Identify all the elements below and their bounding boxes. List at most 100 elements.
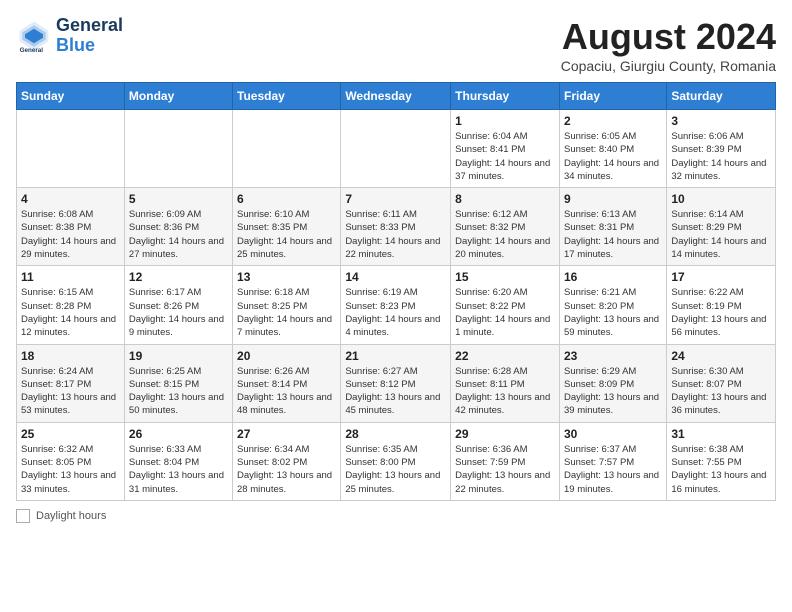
header-saturday: Saturday <box>667 83 776 110</box>
day-number: 10 <box>671 192 771 206</box>
day-info: Sunrise: 6:25 AM Sunset: 8:15 PM Dayligh… <box>129 365 228 418</box>
calendar-cell: 6Sunrise: 6:10 AM Sunset: 8:35 PM Daylig… <box>233 188 341 266</box>
day-info: Sunrise: 6:17 AM Sunset: 8:26 PM Dayligh… <box>129 286 228 339</box>
day-info: Sunrise: 6:13 AM Sunset: 8:31 PM Dayligh… <box>564 208 662 261</box>
header-thursday: Thursday <box>451 83 560 110</box>
day-info: Sunrise: 6:24 AM Sunset: 8:17 PM Dayligh… <box>21 365 120 418</box>
calendar-cell: 1 Sunrise: 6:04 AM Sunset: 8:41 PM Daylig… <box>451 110 560 188</box>
calendar-cell: 7Sunrise: 6:11 AM Sunset: 8:33 PM Daylig… <box>341 188 451 266</box>
day-number: 12 <box>129 270 228 284</box>
day-info: Sunrise: 6:30 AM Sunset: 8:07 PM Dayligh… <box>671 365 771 418</box>
calendar-week-3: 11 Sunrise: 6:15 AM Sunset: 8:28 PM Dayli… <box>17 266 776 344</box>
day-number: 21 <box>345 349 446 363</box>
calendar-cell: 3 Sunrise: 6:06 AM Sunset: 8:39 PM Daylig… <box>667 110 776 188</box>
day-info: Sunrise: 6:28 AM Sunset: 8:11 PM Dayligh… <box>455 365 555 418</box>
calendar-week-4: 18 Sunrise: 6:24 AM Sunset: 8:17 PM Dayli… <box>17 344 776 422</box>
day-number: 17 <box>671 270 771 284</box>
day-info: Sunrise: 6:11 AM Sunset: 8:33 PM Dayligh… <box>345 208 446 261</box>
day-info: Sunrise: 6:12 AM Sunset: 8:32 PM Dayligh… <box>455 208 555 261</box>
day-info: Sunrise: 6:04 AM Sunset: 8:41 PM Dayligh… <box>455 130 555 183</box>
day-number: 3 <box>671 114 771 128</box>
calendar-cell: 4 Sunrise: 6:08 AM Sunset: 8:38 PM Daylig… <box>17 188 125 266</box>
footer-box <box>16 509 30 523</box>
calendar-cell: 29 Sunrise: 6:36 AM Sunset: 7:59 PM Dayli… <box>451 422 560 500</box>
logo: General General Blue <box>16 16 123 56</box>
day-number: 9 <box>564 192 662 206</box>
logo-general: General <box>56 16 123 36</box>
header-sunday: Sunday <box>17 83 125 110</box>
day-number: 23 <box>564 349 662 363</box>
main-title: August 2024 <box>561 16 776 58</box>
day-number: 31 <box>671 427 771 441</box>
logo-blue: Blue <box>56 36 123 56</box>
day-number: 30 <box>564 427 662 441</box>
day-number: 20 <box>237 349 336 363</box>
calendar-week-1: 1 Sunrise: 6:04 AM Sunset: 8:41 PM Daylig… <box>17 110 776 188</box>
day-number: 25 <box>21 427 120 441</box>
calendar-cell: 2Sunrise: 6:05 AM Sunset: 8:40 PM Daylig… <box>559 110 666 188</box>
calendar-table: SundayMondayTuesdayWednesdayThursdayFrid… <box>16 82 776 501</box>
day-info: Sunrise: 6:29 AM Sunset: 8:09 PM Dayligh… <box>564 365 662 418</box>
day-number: 11 <box>21 270 120 284</box>
calendar-cell: 20Sunrise: 6:26 AM Sunset: 8:14 PM Dayli… <box>233 344 341 422</box>
calendar-cell: 14Sunrise: 6:19 AM Sunset: 8:23 PM Dayli… <box>341 266 451 344</box>
calendar-cell: 21Sunrise: 6:27 AM Sunset: 8:12 PM Dayli… <box>341 344 451 422</box>
day-number: 24 <box>671 349 771 363</box>
header-wednesday: Wednesday <box>341 83 451 110</box>
calendar-cell <box>341 110 451 188</box>
calendar-cell <box>233 110 341 188</box>
day-number: 22 <box>455 349 555 363</box>
day-info: Sunrise: 6:14 AM Sunset: 8:29 PM Dayligh… <box>671 208 771 261</box>
day-info: Sunrise: 6:34 AM Sunset: 8:02 PM Dayligh… <box>237 443 336 496</box>
day-info: Sunrise: 6:36 AM Sunset: 7:59 PM Dayligh… <box>455 443 555 496</box>
subtitle: Copaciu, Giurgiu County, Romania <box>561 58 776 74</box>
day-number: 1 <box>455 114 555 128</box>
calendar-cell <box>17 110 125 188</box>
day-number: 15 <box>455 270 555 284</box>
calendar-cell: 25 Sunrise: 6:32 AM Sunset: 8:05 PM Dayli… <box>17 422 125 500</box>
svg-text:General: General <box>20 47 44 54</box>
calendar-cell: 5Sunrise: 6:09 AM Sunset: 8:36 PM Daylig… <box>124 188 232 266</box>
day-info: Sunrise: 6:38 AM Sunset: 7:55 PM Dayligh… <box>671 443 771 496</box>
calendar-cell: 31 Sunrise: 6:38 AM Sunset: 7:55 PM Dayli… <box>667 422 776 500</box>
calendar-cell: 8Sunrise: 6:12 AM Sunset: 8:32 PM Daylig… <box>451 188 560 266</box>
calendar-header: SundayMondayTuesdayWednesdayThursdayFrid… <box>17 83 776 110</box>
calendar-cell: 18 Sunrise: 6:24 AM Sunset: 8:17 PM Dayli… <box>17 344 125 422</box>
day-info: Sunrise: 6:10 AM Sunset: 8:35 PM Dayligh… <box>237 208 336 261</box>
calendar-cell: 26Sunrise: 6:33 AM Sunset: 8:04 PM Dayli… <box>124 422 232 500</box>
logo-icon: General <box>16 18 52 54</box>
day-number: 19 <box>129 349 228 363</box>
calendar-cell: 19 Sunrise: 6:25 AM Sunset: 8:15 PM Dayli… <box>124 344 232 422</box>
day-info: Sunrise: 6:06 AM Sunset: 8:39 PM Dayligh… <box>671 130 771 183</box>
day-number: 29 <box>455 427 555 441</box>
day-number: 18 <box>21 349 120 363</box>
day-info: Sunrise: 6:08 AM Sunset: 8:38 PM Dayligh… <box>21 208 120 261</box>
calendar-body: 1 Sunrise: 6:04 AM Sunset: 8:41 PM Daylig… <box>17 110 776 501</box>
day-info: Sunrise: 6:18 AM Sunset: 8:25 PM Dayligh… <box>237 286 336 339</box>
title-block: August 2024 Copaciu, Giurgiu County, Rom… <box>561 16 776 74</box>
calendar-cell: 13 Sunrise: 6:18 AM Sunset: 8:25 PM Dayli… <box>233 266 341 344</box>
day-info: Sunrise: 6:15 AM Sunset: 8:28 PM Dayligh… <box>21 286 120 339</box>
day-number: 27 <box>237 427 336 441</box>
footer: Daylight hours <box>16 509 776 523</box>
calendar-cell: 16Sunrise: 6:21 AM Sunset: 8:20 PM Dayli… <box>559 266 666 344</box>
footer-label: Daylight hours <box>36 510 106 522</box>
day-number: 4 <box>21 192 120 206</box>
day-number: 26 <box>129 427 228 441</box>
day-number: 28 <box>345 427 446 441</box>
header-tuesday: Tuesday <box>233 83 341 110</box>
page-header: General General Blue August 2024 Copaciu… <box>16 16 776 74</box>
calendar-cell: 27 Sunrise: 6:34 AM Sunset: 8:02 PM Dayli… <box>233 422 341 500</box>
calendar-week-5: 25 Sunrise: 6:32 AM Sunset: 8:05 PM Dayli… <box>17 422 776 500</box>
header-monday: Monday <box>124 83 232 110</box>
day-info: Sunrise: 6:21 AM Sunset: 8:20 PM Dayligh… <box>564 286 662 339</box>
day-number: 14 <box>345 270 446 284</box>
calendar-cell: 24 Sunrise: 6:30 AM Sunset: 8:07 PM Dayli… <box>667 344 776 422</box>
day-number: 13 <box>237 270 336 284</box>
day-info: Sunrise: 6:35 AM Sunset: 8:00 PM Dayligh… <box>345 443 446 496</box>
calendar-cell: 15 Sunrise: 6:20 AM Sunset: 8:22 PM Dayli… <box>451 266 560 344</box>
calendar-cell: 28 Sunrise: 6:35 AM Sunset: 8:00 PM Dayli… <box>341 422 451 500</box>
day-info: Sunrise: 6:20 AM Sunset: 8:22 PM Dayligh… <box>455 286 555 339</box>
day-info: Sunrise: 6:32 AM Sunset: 8:05 PM Dayligh… <box>21 443 120 496</box>
calendar-cell: 10 Sunrise: 6:14 AM Sunset: 8:29 PM Dayli… <box>667 188 776 266</box>
